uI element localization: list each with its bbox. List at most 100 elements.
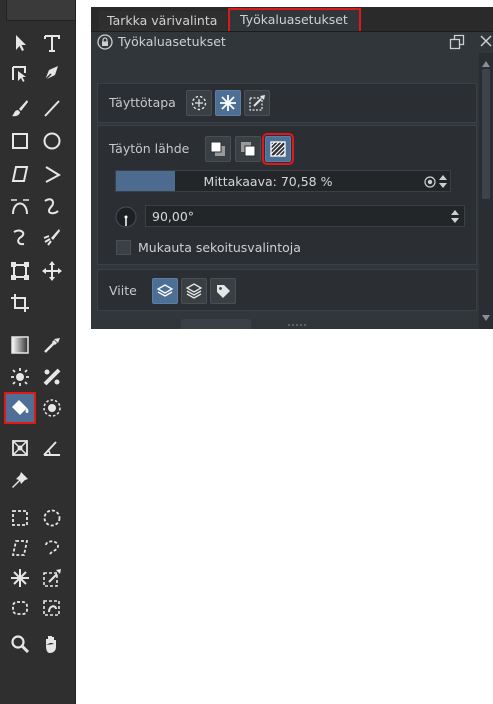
assistant-icon xyxy=(12,440,28,456)
multibrush-icon xyxy=(43,229,60,246)
fill-mode-similar-color-button[interactable] xyxy=(215,90,241,116)
enclose-fill-icon xyxy=(43,399,61,417)
transform-tool[interactable] xyxy=(5,256,35,286)
current-layer-icon xyxy=(156,284,174,297)
ellipse-tool[interactable] xyxy=(37,126,67,156)
magnetic-selection-icon xyxy=(43,600,60,616)
clipped-widget-edge xyxy=(181,319,251,329)
docker-scrollbar[interactable] xyxy=(479,53,493,329)
dynamic-brush-tool[interactable] xyxy=(5,222,35,252)
label-tag-icon xyxy=(217,285,230,298)
polyline-tool[interactable] xyxy=(37,159,67,189)
similar-color-selection-tool[interactable] xyxy=(37,563,67,593)
gradient-tool[interactable] xyxy=(5,330,35,360)
fill-mode-label: Täyttötapa xyxy=(109,95,176,110)
spin-arrows-icon[interactable] xyxy=(450,209,460,224)
dynamic-brush-icon xyxy=(13,229,25,246)
angle-dial-icon[interactable] xyxy=(115,206,137,228)
line-icon xyxy=(44,100,60,117)
float-docker-icon[interactable] xyxy=(449,34,465,50)
ellipse-selection-icon xyxy=(43,509,61,527)
similar-color-fill-icon xyxy=(220,95,236,111)
close-icon[interactable] xyxy=(478,32,493,50)
spin-arrows-icon[interactable] xyxy=(438,174,448,189)
polygon-tool[interactable] xyxy=(5,159,35,189)
pattern-angle-field[interactable]: 90,00° xyxy=(145,205,465,227)
reference-group: Viite xyxy=(97,269,477,311)
fill-source-foreground-button[interactable] xyxy=(205,136,231,162)
fill-source-pattern-button[interactable] xyxy=(262,133,294,165)
reference-label: Viite xyxy=(109,283,137,298)
fill-mode-selection-button[interactable] xyxy=(244,90,270,116)
measure-angle-icon xyxy=(43,441,60,456)
pattern-scale-text: Mittakaava: 70,58 % xyxy=(203,174,333,189)
calligraphy-tool[interactable] xyxy=(37,58,67,88)
multibrush-tool[interactable] xyxy=(37,222,67,252)
fill-tool[interactable] xyxy=(4,392,36,424)
select-shapes-tool[interactable] xyxy=(5,28,35,58)
panel-title: Työkaluasetukset xyxy=(118,34,226,49)
assistant-tool[interactable] xyxy=(5,433,35,463)
pin-icon xyxy=(12,472,28,488)
fill-source-background-button[interactable] xyxy=(235,136,261,162)
freehand-path-tool[interactable] xyxy=(37,191,67,221)
magnetic-selection-tool[interactable] xyxy=(37,593,67,623)
rectangular-selection-tool[interactable] xyxy=(5,503,35,533)
hand-icon xyxy=(46,636,56,653)
edit-shapes-tool[interactable] xyxy=(5,58,35,88)
measure-tool[interactable] xyxy=(37,433,67,463)
tab-specific-color-selector[interactable]: Tarkka värivalinta xyxy=(99,11,227,31)
selection-fill-icon xyxy=(249,95,265,111)
calligraphy-pen-icon xyxy=(44,66,58,81)
transform-icon xyxy=(11,262,29,280)
reset-circle-icon[interactable] xyxy=(424,176,436,188)
docker-title-bar: Työkaluasetukset xyxy=(91,31,493,53)
bezier-curve-tool[interactable] xyxy=(5,191,35,221)
polyline-icon xyxy=(45,166,62,183)
freehand-selection-tool[interactable] xyxy=(37,533,67,563)
elliptical-selection-tool[interactable] xyxy=(37,503,67,533)
colorize-mask-tool[interactable] xyxy=(37,362,67,392)
lock-icon[interactable] xyxy=(97,34,113,50)
smart-patch-tool[interactable] xyxy=(5,362,35,392)
tab-tool-options[interactable]: Työkaluasetukset xyxy=(228,8,361,31)
scroll-up-arrow-icon[interactable] xyxy=(482,61,490,67)
zoom-tool[interactable] xyxy=(5,629,35,659)
toolbox-grip[interactable] xyxy=(6,0,76,21)
pointer-arrow-icon xyxy=(16,35,26,51)
polygonal-selection-tool[interactable] xyxy=(5,533,35,563)
docker-tab-bar: Tarkka värivalinta Työkaluasetukset xyxy=(91,7,493,32)
pattern-scale-slider[interactable]: Mittakaava: 70,58 % xyxy=(115,170,451,192)
fill-mode-contiguous-button[interactable] xyxy=(186,90,212,116)
reference-current-layer-button[interactable] xyxy=(152,278,178,304)
freehand-path-icon xyxy=(44,198,59,215)
reference-color-labeled-layers-button[interactable] xyxy=(210,278,236,304)
move-tool[interactable] xyxy=(37,256,67,286)
text-tool[interactable] xyxy=(37,28,67,58)
crop-tool[interactable] xyxy=(5,288,35,318)
move-arrows-icon xyxy=(42,261,62,281)
magic-wand-icon xyxy=(11,569,29,587)
enclose-and-fill-tool[interactable] xyxy=(37,393,67,423)
freehand-brush-tool[interactable] xyxy=(5,93,35,123)
rectangle-tool[interactable] xyxy=(5,126,35,156)
scrollbar-thumb[interactable] xyxy=(482,69,490,199)
all-layers-icon xyxy=(185,283,203,299)
color-sampler-tool[interactable] xyxy=(37,330,67,360)
customize-blending-checkbox[interactable] xyxy=(116,240,131,255)
bezier-curve-icon xyxy=(11,199,29,215)
bezier-selection-tool[interactable] xyxy=(5,593,35,623)
background-color-icon xyxy=(241,142,256,157)
reference-images-tool[interactable] xyxy=(5,465,35,495)
paint-bucket-icon xyxy=(12,400,29,415)
line-tool[interactable] xyxy=(37,93,67,123)
contiguous-selection-tool[interactable] xyxy=(5,563,35,593)
magnifier-icon xyxy=(11,635,30,654)
brush-icon xyxy=(12,100,28,117)
tool-options-docker: Tarkka värivalinta Työkaluasetukset Työk… xyxy=(91,7,493,329)
pan-tool[interactable] xyxy=(37,629,67,659)
bezier-selection-icon xyxy=(12,601,28,615)
resize-grip-icon[interactable] xyxy=(287,323,307,327)
scroll-down-arrow-icon[interactable] xyxy=(482,315,490,321)
reference-all-layers-button[interactable] xyxy=(181,278,207,304)
